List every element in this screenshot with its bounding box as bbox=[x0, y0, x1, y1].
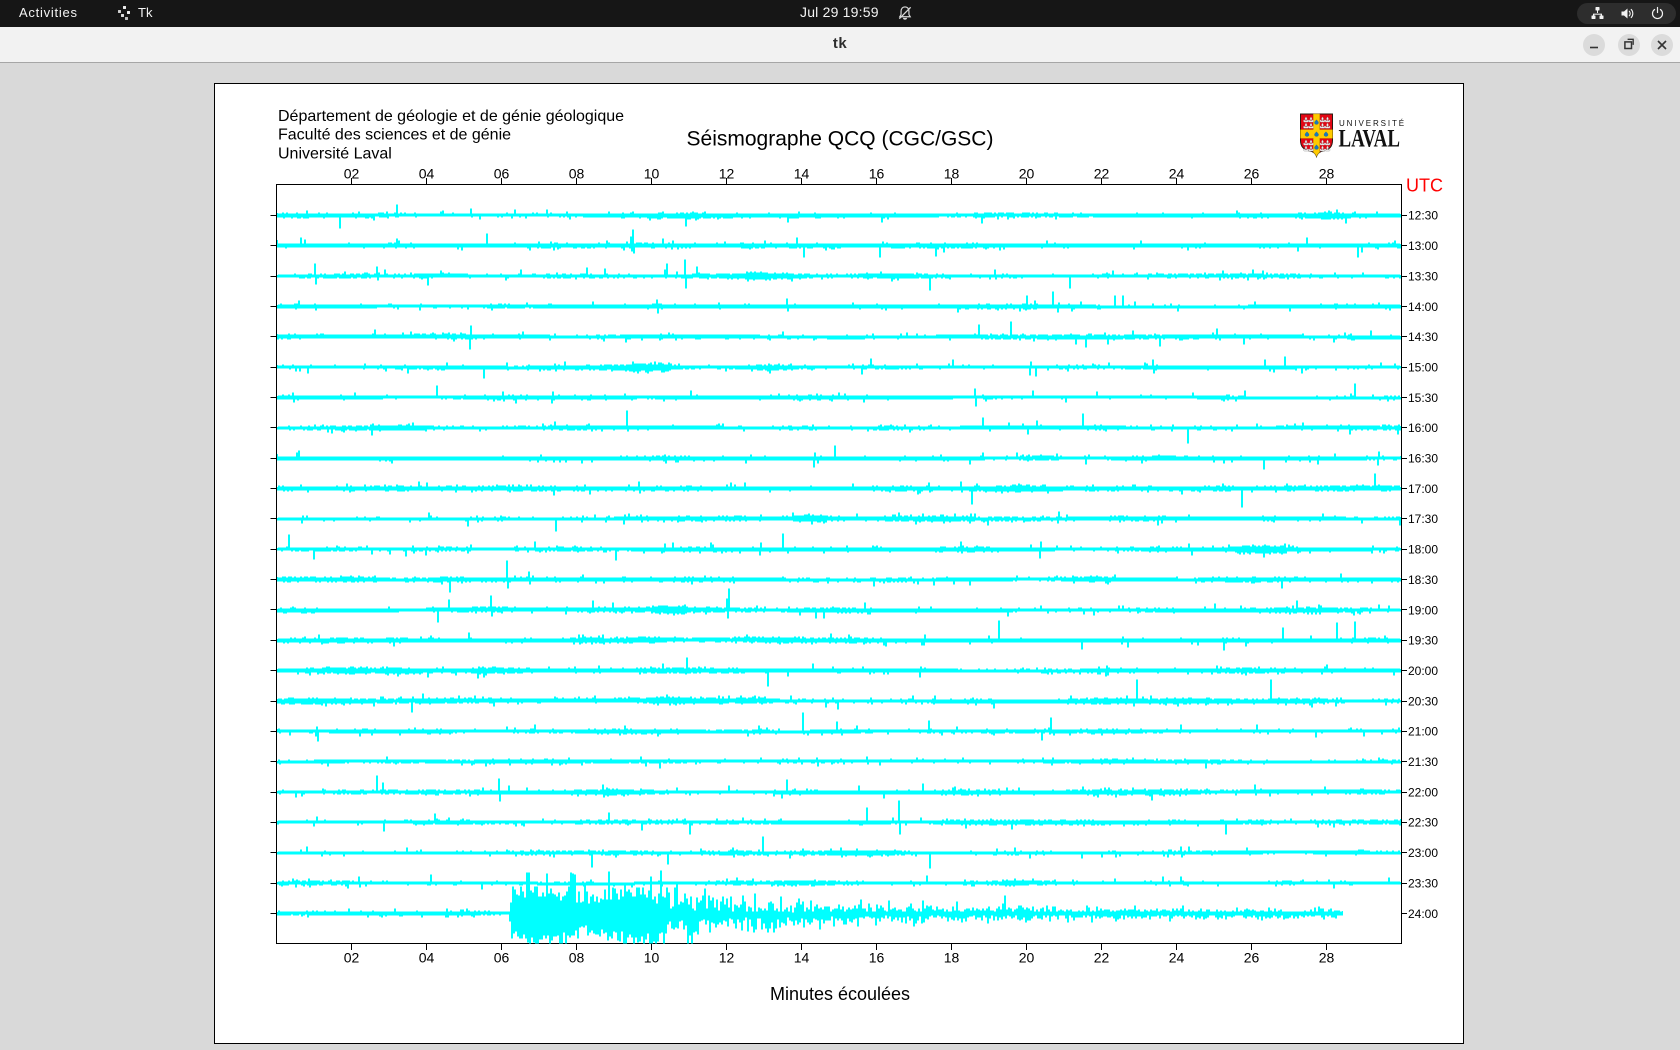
svg-text:20:30: 20:30 bbox=[1408, 694, 1438, 708]
svg-text:24:00: 24:00 bbox=[1408, 907, 1438, 921]
svg-text:26: 26 bbox=[1244, 950, 1260, 966]
svg-text:17:00: 17:00 bbox=[1408, 482, 1438, 496]
svg-text:14: 14 bbox=[794, 950, 810, 966]
svg-text:19:30: 19:30 bbox=[1408, 634, 1438, 648]
svg-text:04: 04 bbox=[419, 165, 435, 181]
svg-text:12: 12 bbox=[719, 165, 735, 181]
svg-text:18:30: 18:30 bbox=[1408, 573, 1438, 587]
svg-text:20: 20 bbox=[1019, 950, 1035, 966]
svg-text:20:00: 20:00 bbox=[1408, 664, 1438, 678]
svg-text:02: 02 bbox=[344, 950, 360, 966]
svg-text:12:30: 12:30 bbox=[1408, 209, 1438, 223]
svg-text:Minutes écoulées: Minutes écoulées bbox=[770, 984, 910, 1004]
svg-text:28: 28 bbox=[1319, 950, 1335, 966]
svg-text:UTC: UTC bbox=[1406, 176, 1443, 196]
svg-text:18: 18 bbox=[944, 165, 960, 181]
svg-text:14:30: 14:30 bbox=[1408, 330, 1438, 344]
svg-text:16:00: 16:00 bbox=[1408, 421, 1438, 435]
svg-text:22:30: 22:30 bbox=[1408, 816, 1438, 830]
svg-text:18: 18 bbox=[944, 950, 960, 966]
svg-text:04: 04 bbox=[419, 950, 435, 966]
svg-text:08: 08 bbox=[569, 950, 585, 966]
svg-text:14:00: 14:00 bbox=[1408, 300, 1438, 314]
svg-text:16: 16 bbox=[869, 165, 885, 181]
svg-text:17:30: 17:30 bbox=[1408, 512, 1438, 526]
svg-text:22:00: 22:00 bbox=[1408, 785, 1438, 799]
svg-text:24: 24 bbox=[1169, 165, 1185, 181]
svg-text:16:30: 16:30 bbox=[1408, 452, 1438, 466]
svg-text:15:00: 15:00 bbox=[1408, 360, 1438, 374]
svg-text:Université Laval: Université Laval bbox=[278, 145, 392, 162]
svg-text:Département de géologie et de: Département de géologie et de génie géol… bbox=[278, 108, 624, 125]
svg-text:15:30: 15:30 bbox=[1408, 391, 1438, 405]
svg-text:23:30: 23:30 bbox=[1408, 876, 1438, 890]
svg-text:21:30: 21:30 bbox=[1408, 755, 1438, 769]
svg-text:10: 10 bbox=[644, 950, 660, 966]
svg-text:16: 16 bbox=[869, 950, 885, 966]
svg-text:12: 12 bbox=[719, 950, 735, 966]
svg-text:23:00: 23:00 bbox=[1408, 846, 1438, 860]
svg-text:22: 22 bbox=[1094, 165, 1110, 181]
svg-text:21:00: 21:00 bbox=[1408, 725, 1438, 739]
svg-text:24: 24 bbox=[1169, 950, 1185, 966]
svg-text:13:00: 13:00 bbox=[1408, 239, 1438, 253]
svg-text:20: 20 bbox=[1019, 165, 1035, 181]
svg-text:02: 02 bbox=[344, 165, 360, 181]
svg-text:Séismographe QCQ (CGC/GSC): Séismographe QCQ (CGC/GSC) bbox=[687, 128, 994, 151]
svg-text:19:00: 19:00 bbox=[1408, 603, 1438, 617]
svg-text:28: 28 bbox=[1319, 165, 1335, 181]
svg-text:13:30: 13:30 bbox=[1408, 269, 1438, 283]
svg-text:10: 10 bbox=[644, 165, 660, 181]
svg-text:Faculté des sciences et de gén: Faculté des sciences et de génie bbox=[278, 127, 511, 144]
svg-text:14: 14 bbox=[794, 165, 810, 181]
svg-text:22: 22 bbox=[1094, 950, 1110, 966]
svg-text:26: 26 bbox=[1244, 165, 1260, 181]
svg-text:06: 06 bbox=[494, 950, 510, 966]
svg-text:06: 06 bbox=[494, 165, 510, 181]
svg-text:18:00: 18:00 bbox=[1408, 543, 1438, 557]
svg-text:08: 08 bbox=[569, 165, 585, 181]
svg-text:LAVAL: LAVAL bbox=[1339, 126, 1401, 153]
